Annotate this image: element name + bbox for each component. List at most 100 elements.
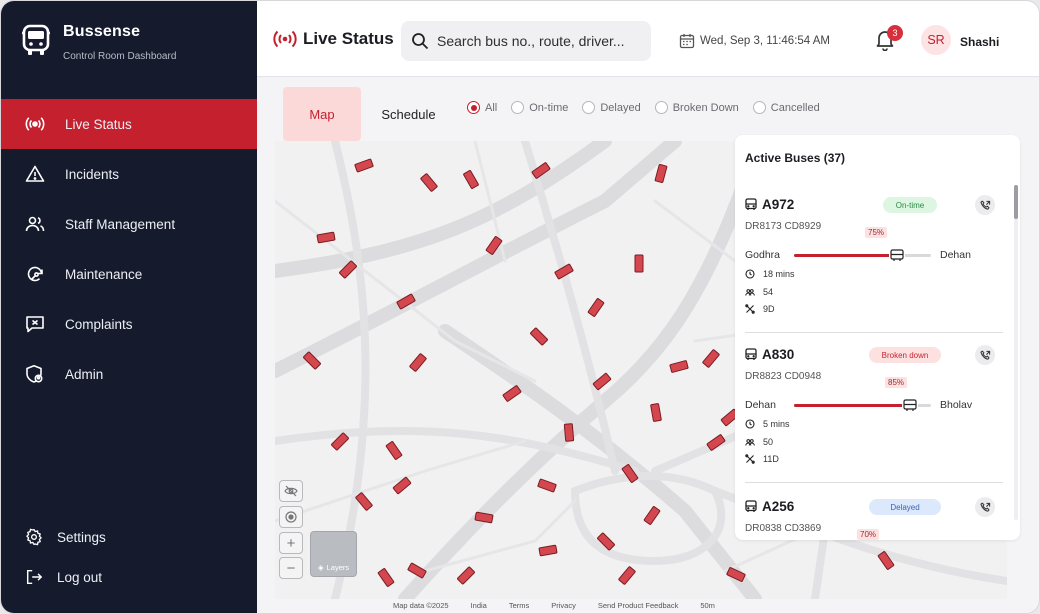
layers-icon: ◈	[317, 563, 324, 572]
passenger-count: 50	[763, 437, 774, 447]
driver-conductor-codes: DR8823 CD0948	[745, 371, 822, 382]
broadcast-icon	[273, 30, 297, 48]
call-driver-button[interactable]	[975, 195, 995, 215]
sidebar-item-label: Incidents	[65, 166, 120, 182]
logout-label: Log out	[57, 569, 103, 585]
sidebar-item-label: Complaints	[65, 316, 133, 332]
people-icon	[745, 439, 755, 446]
street-view-button[interactable]	[279, 480, 303, 502]
app-name: Bussense	[63, 23, 141, 40]
plus-icon: +	[286, 534, 296, 552]
my-location-button[interactable]	[279, 506, 303, 528]
destination-stop: Bholav	[940, 399, 973, 411]
gear-icon	[26, 528, 42, 546]
bus-card[interactable]: A830 Broken down DR8823 CD0948 85% Dehan…	[745, 333, 1003, 483]
sidebar-item-complaints[interactable]: Complaints	[1, 299, 257, 349]
settings-link[interactable]: Settings	[1, 517, 257, 557]
bus-card[interactable]: A256 Delayed DR0838 CD3869 70%	[745, 485, 1003, 540]
layers-button[interactable]: ◈ Layers	[310, 531, 357, 577]
bus-icon	[745, 348, 757, 360]
clock-icon	[745, 269, 755, 279]
bus-marker[interactable]	[634, 254, 644, 273]
radio-button[interactable]	[467, 101, 480, 114]
tab-map[interactable]: Map	[283, 87, 361, 141]
radio-button[interactable]	[582, 101, 596, 114]
progress-percent: 70%	[857, 529, 880, 540]
brand: Bussense Control Room Dashboard	[21, 23, 176, 62]
map-data-text: Map data ©2025	[393, 601, 449, 610]
eta-text: 18 mins	[763, 269, 795, 279]
filter-label: Broken Down	[672, 101, 739, 114]
filter-broken-down[interactable]: Broken Down	[654, 101, 739, 114]
sidebar-item-label: Maintenance	[65, 266, 143, 282]
page-title-text: Live Status	[303, 29, 394, 48]
bus-position-icon	[888, 247, 905, 263]
zoom-out-button[interactable]: −	[279, 557, 303, 579]
radio-button[interactable]	[752, 101, 766, 114]
logout-link[interactable]: Log out	[1, 557, 257, 597]
status-filters: All On-time Delayed Broken Down Cancelle…	[467, 101, 820, 114]
panel-scrollbar[interactable]	[1014, 185, 1018, 520]
layers-label: Layers	[326, 563, 350, 572]
zoom-in-button[interactable]: +	[279, 532, 303, 554]
notification-count-badge: 3	[887, 25, 903, 41]
terms-link[interactable]: Terms	[509, 601, 529, 610]
search-input[interactable]	[437, 33, 642, 49]
clock-icon	[745, 419, 755, 429]
avatar[interactable]: SR	[921, 25, 951, 55]
route-row: 11D	[745, 454, 779, 464]
bus-number: A830	[745, 347, 794, 362]
location-target-icon	[285, 511, 297, 523]
call-driver-button[interactable]	[975, 497, 995, 517]
route-row: 9D	[745, 304, 775, 314]
filter-cancelled[interactable]: Cancelled	[752, 101, 820, 114]
scale-label: 50m	[700, 601, 715, 610]
feedback-link[interactable]: Send Product Feedback	[598, 601, 678, 610]
notifications-button[interactable]: 3	[875, 25, 903, 53]
filter-label: On-time	[529, 101, 569, 114]
settings-label: Settings	[57, 529, 106, 545]
datetime-display: Wed, Sep 3, 11:46:54 AM	[679, 33, 830, 49]
scroll-thumb[interactable]	[1014, 185, 1018, 219]
bus-position-icon	[902, 397, 919, 413]
origin-stop: Godhra	[745, 249, 781, 261]
filter-label: All	[485, 101, 498, 114]
bus-icon	[745, 500, 757, 512]
bus-marker[interactable]	[563, 423, 575, 442]
status-badge: Delayed	[869, 499, 941, 515]
call-driver-button[interactable]	[975, 345, 995, 365]
panel-title: Active Buses (37)	[745, 151, 846, 165]
search-box	[401, 21, 651, 61]
filter-label: Cancelled	[770, 101, 820, 114]
route-icon	[745, 454, 755, 464]
user-name[interactable]: Shashi	[960, 35, 999, 49]
origin-stop: Dehan	[745, 399, 776, 411]
search-icon	[412, 33, 429, 50]
radio-button[interactable]	[654, 101, 668, 114]
bus-number-text: A256	[762, 499, 795, 514]
sidebar-item-admin[interactable]: Admin	[1, 349, 257, 399]
minus-icon: −	[286, 559, 296, 577]
destination-stop: Dehan	[940, 249, 971, 261]
filter-label: Delayed	[600, 101, 641, 114]
region-link[interactable]: India	[471, 601, 487, 610]
bus-card[interactable]: A972 On-time DR8173 CD8929 75% Godhra De…	[745, 183, 1003, 333]
passengers-row: 50	[745, 437, 773, 447]
sidebar-item-staff-management[interactable]: Staff Management	[1, 199, 257, 249]
filter-on-time[interactable]: On-time	[511, 101, 568, 114]
radio-button[interactable]	[511, 101, 525, 114]
driver-conductor-codes: DR8173 CD8929	[745, 221, 822, 232]
phone-icon	[979, 350, 990, 360]
privacy-link[interactable]: Privacy	[551, 601, 576, 610]
filter-delayed[interactable]: Delayed	[582, 101, 641, 114]
sidebar-nav: Live Status Incidents Staff Management M…	[1, 99, 257, 399]
driver-conductor-codes: DR0838 CD3869	[745, 523, 822, 534]
filter-all[interactable]: All	[467, 101, 497, 114]
app-window: Bussense Control Room Dashboard Live Sta…	[0, 0, 1040, 614]
eta-row: 18 mins	[745, 269, 795, 279]
bus-number: A972	[745, 197, 794, 212]
sidebar-item-maintenance[interactable]: Maintenance	[1, 249, 257, 299]
sidebar-item-incidents[interactable]: Incidents	[1, 149, 257, 199]
sidebar-item-live-status[interactable]: Live Status	[1, 99, 257, 149]
tab-schedule[interactable]: Schedule	[361, 87, 456, 141]
